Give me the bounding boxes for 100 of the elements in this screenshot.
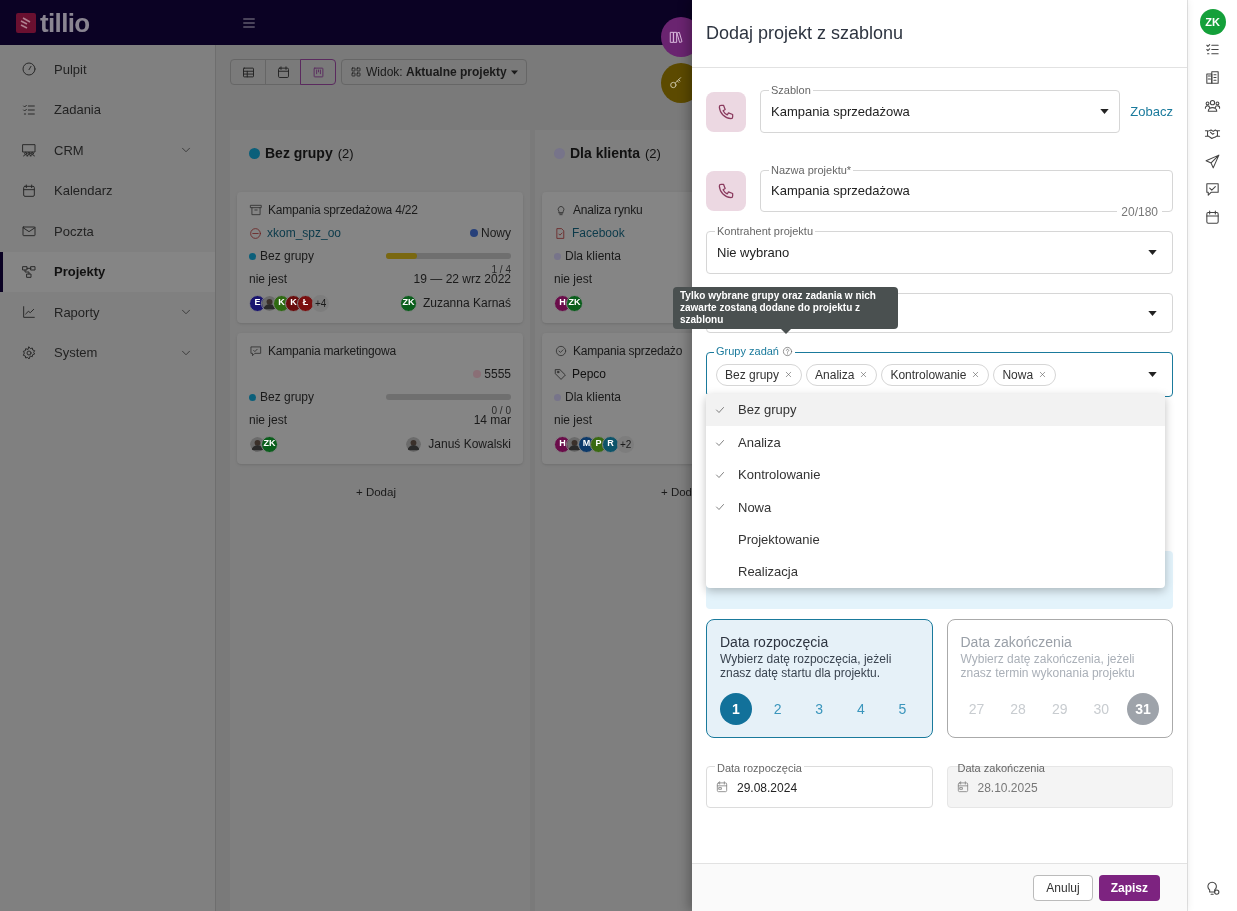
input-value: 29.08.2024: [737, 780, 798, 797]
sidebar-label: Projekty: [54, 263, 107, 281]
kanban-icon: [310, 64, 326, 80]
caret-icon: [1148, 372, 1157, 377]
view-toggle[interactable]: [300, 59, 336, 85]
calendar-icon: [715, 780, 729, 794]
close-icon: [971, 370, 981, 379]
day-option[interactable]: 1: [720, 693, 752, 725]
option-label: Realizacja: [738, 563, 798, 582]
card-title: Analiza rynku: [573, 202, 643, 219]
more-count: +2: [617, 435, 635, 453]
option-label: Projektowanie: [738, 531, 820, 549]
sidebar-item[interactable]: CRM: [0, 130, 215, 171]
group-label: Bez grupy: [260, 248, 315, 265]
chip-label: Nowa: [1002, 366, 1034, 384]
dropdown-option[interactable]: Realizacja: [706, 555, 1165, 589]
sidebar-label: Raporty: [54, 303, 101, 322]
view-link[interactable]: Zobacz: [1130, 101, 1173, 122]
dropdown-option[interactable]: Nowa: [706, 491, 1165, 524]
add-link[interactable]: + Dod: [661, 484, 692, 502]
column-title: Bez grupy: [265, 144, 333, 163]
view-toggle[interactable]: [230, 59, 266, 85]
field-value: nie jest: [249, 271, 288, 288]
dropdown-option[interactable]: Projektowanie: [706, 523, 1165, 556]
sidebar-item[interactable]: Pulpit: [0, 49, 215, 90]
cancel-button[interactable]: Anuluj: [1033, 874, 1093, 901]
chat-check-icon: [1204, 180, 1221, 198]
send-icon: [1204, 152, 1221, 170]
day-option[interactable]: 4: [844, 693, 877, 725]
owner-name: Zuzanna Karnaś: [422, 295, 511, 312]
drawer-title: Dodaj projekt z szablonu: [706, 22, 904, 45]
day-option[interactable]: 31: [1127, 693, 1159, 725]
remove-chip-button[interactable]: [1038, 370, 1048, 379]
calendar-icon: [1204, 208, 1221, 226]
more-count: +4: [312, 294, 330, 312]
view-select[interactable]: Widok: Aktualne projekty: [341, 59, 527, 85]
view-toggle[interactable]: [265, 59, 301, 85]
sidebar-item[interactable]: Kalendarz: [0, 170, 215, 211]
sidebar-item[interactable]: System: [0, 332, 215, 373]
sidebar-item[interactable]: Projekty: [0, 251, 215, 292]
logo-icon: [16, 12, 36, 33]
remove-chip-button[interactable]: [971, 370, 981, 379]
field-label: Nazwa projektu*: [769, 163, 854, 177]
rail-button[interactable]: [1204, 880, 1221, 897]
project-card[interactable]: Kampania sprzedażowa 4/22 xkom_spz_oo Nowy Bez grupy 1 / 4 nie jest 19 — 22 wrz 2022 E K K Ł +4 ZK Zuzanna Karnaś: [237, 192, 523, 323]
field-label: Data zakończenia: [956, 761, 1046, 775]
table-icon: [240, 64, 256, 80]
sidebar-item[interactable]: Raporty: [0, 292, 215, 333]
client-link[interactable]: Pepco: [572, 365, 607, 383]
tooltip-arrow: [781, 329, 791, 334]
close-icon: [859, 370, 869, 379]
building-icon: [1204, 68, 1221, 86]
books-icon: [668, 29, 684, 45]
key-icon: [668, 75, 684, 91]
card-description: Wybierz datę zakończenia, jeżeli znasz termin wykonania projektu: [960, 652, 1136, 680]
avatar: [405, 435, 423, 453]
caret-icon: [1148, 250, 1157, 255]
sidebar-label: Zadania: [54, 101, 102, 119]
avatar: ZK: [399, 294, 417, 312]
client-link[interactable]: xkom_spz_oo: [267, 224, 342, 242]
calendar-icon: [21, 182, 37, 199]
nodes-icon: [21, 263, 37, 280]
tag-icon: [554, 367, 567, 381]
status-label: 5555: [484, 366, 511, 383]
client-link[interactable]: Facebook: [572, 224, 625, 242]
sidebar-label: Pulpit: [54, 60, 88, 79]
add-link[interactable]: + Dodaj: [356, 484, 396, 502]
sidebar-item[interactable]: Poczta: [0, 211, 215, 252]
grid-icon: [350, 66, 362, 78]
sidebar-item[interactable]: Zadania: [0, 89, 215, 130]
save-button[interactable]: Zapisz: [1098, 874, 1160, 901]
option-label: Bez grupy: [738, 401, 797, 420]
archive-icon: [249, 203, 263, 217]
user-avatar[interactable]: ZK: [1199, 9, 1226, 35]
remove-chip-button[interactable]: [859, 370, 869, 379]
card-title: Data zakończenia: [960, 634, 1073, 650]
avatar: Ł: [297, 294, 314, 312]
day-option[interactable]: 5: [886, 693, 919, 725]
chip-label: Bez grupy: [725, 366, 780, 384]
avatar: R: [602, 435, 619, 453]
card-title: Kampania marketingowa: [268, 343, 396, 360]
option-label: Analiza: [738, 433, 781, 452]
avatar: ZK: [566, 294, 583, 312]
remove-chip-button[interactable]: [784, 370, 794, 379]
date-mode-card[interactable]: Data rozpoczęcia Wybierz datę rozpoczęcia, jeżeli znasz datę startu dla projektu. 1 2 3 4 5: [706, 619, 933, 738]
sidebar-label: Kalendarz: [54, 182, 114, 200]
field-value: nie jest: [554, 412, 593, 429]
caret-icon: [1100, 109, 1110, 114]
day-option[interactable]: 3: [803, 693, 836, 725]
sidebar-label: System: [54, 344, 99, 362]
owner-name: Januś Kowalski: [428, 436, 511, 453]
day-option[interactable]: 2: [761, 693, 794, 725]
project-card[interactable]: Kampania marketingowa 5555 Bez grupy 0 / 0 nie jest 14 mar ZK Januś Kowalski: [237, 333, 523, 464]
card-title: Kampania sprzedażowa 4/22: [268, 202, 418, 219]
option-label: Kontrolowanie: [738, 466, 821, 485]
people-board-icon: [21, 142, 37, 159]
dropdown-option[interactable]: Bez grupy: [706, 394, 1165, 427]
sidebar-label: Poczta: [54, 222, 95, 241]
option-label: Nowa: [738, 498, 772, 517]
minus-circle-icon: [249, 226, 262, 240]
